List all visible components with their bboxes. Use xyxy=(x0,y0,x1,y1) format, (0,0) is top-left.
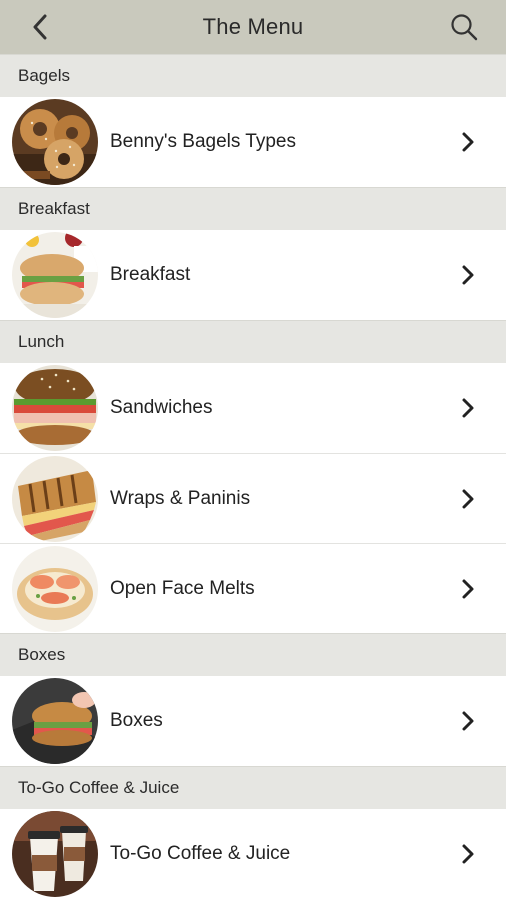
chevron-right-icon xyxy=(462,711,474,731)
chevron-right-icon xyxy=(462,579,474,599)
chevron-right-icon xyxy=(462,132,474,152)
chevron-left-icon xyxy=(33,14,47,40)
menu-item-label: Open Face Melts xyxy=(110,577,255,599)
breakfast-photo xyxy=(12,232,98,318)
search-icon xyxy=(451,14,478,41)
section-header-coffee-juice: To-Go Coffee & Juice xyxy=(0,766,506,809)
chevron-right-icon xyxy=(462,398,474,418)
chevron-right-icon xyxy=(462,265,474,285)
menu-item-label: Boxes xyxy=(110,710,163,731)
melt-photo xyxy=(12,545,98,632)
back-button[interactable] xyxy=(26,12,54,42)
menu-item-bagel-types[interactable]: Benny's Bagels Types xyxy=(0,97,506,187)
section-header-bagels: Bagels xyxy=(0,54,506,97)
box-sandwich-photo xyxy=(12,678,98,764)
search-button[interactable] xyxy=(448,11,480,43)
menu-item-label: Benny's Bagels Types xyxy=(110,131,297,152)
panini-photo xyxy=(12,455,98,542)
menu-item-boxes[interactable]: Boxes xyxy=(0,676,506,766)
section-header-breakfast: Breakfast xyxy=(0,187,506,230)
section-header-boxes: Boxes xyxy=(0,633,506,676)
sandwich-photo xyxy=(12,365,98,451)
bagels-photo xyxy=(12,99,98,185)
menu-item-coffee-juice[interactable]: To-Go Coffee & Juice xyxy=(0,809,506,899)
menu-item-open-face-melts[interactable]: Open Face Melts xyxy=(0,543,506,633)
menu-item-label: To-Go Coffee & Juice xyxy=(110,843,291,864)
page-title: The Menu xyxy=(202,14,304,39)
menu-item-label: Sandwiches xyxy=(110,397,213,418)
menu-item-label: Breakfast xyxy=(110,264,191,285)
menu-item-label: Wraps & Paninis xyxy=(110,487,251,509)
menu-item-wraps-paninis[interactable]: Wraps & Paninis xyxy=(0,453,506,543)
section-header-lunch: Lunch xyxy=(0,320,506,363)
coffee-cups-photo xyxy=(12,811,98,897)
menu-list: Bagels Benny's Bagels Types Breakfast Br… xyxy=(0,54,506,899)
chevron-right-icon xyxy=(462,489,474,509)
menu-item-sandwiches[interactable]: Sandwiches xyxy=(0,363,506,453)
chevron-right-icon xyxy=(462,844,474,864)
menu-item-breakfast[interactable]: Breakfast xyxy=(0,230,506,320)
top-app-bar: The Menu xyxy=(0,0,506,54)
